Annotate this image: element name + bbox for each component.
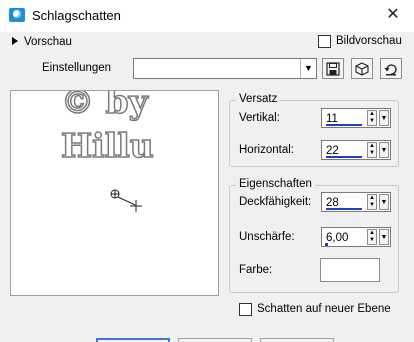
preview-canvas[interactable]: © by Hillu	[10, 90, 219, 296]
cube-button[interactable]	[351, 58, 373, 79]
svg-text:Hillu: Hillu	[61, 126, 154, 165]
expand-arrow-icon	[12, 36, 18, 45]
opacity-label: Deckfähigkeit:	[239, 196, 312, 208]
opacity-value[interactable]: 28	[326, 196, 362, 210]
image-preview-label: Bildvorschau	[336, 35, 402, 47]
preview-toggle[interactable]: Vorschau	[12, 36, 72, 50]
ok-button[interactable]	[96, 338, 170, 342]
reset-button[interactable]	[380, 58, 402, 79]
image-preview-checkbox[interactable]	[318, 35, 331, 48]
spin-up-icon[interactable]: ▲ ▼	[367, 229, 377, 245]
spin-up-icon[interactable]: ▲ ▼	[367, 194, 377, 210]
blur-level-indicator	[325, 243, 328, 246]
dropdown-arrow-icon[interactable]: ▼	[379, 194, 389, 210]
new-layer-label: Schatten auf neuer Ebene	[257, 303, 391, 315]
blur-value[interactable]: 6,00	[325, 231, 362, 246]
save-preset-button[interactable]	[322, 58, 344, 79]
cube-icon	[355, 62, 369, 76]
spin-up-icon[interactable]: ▲ ▼	[367, 142, 377, 158]
title-bar: Schlagschatten ✕	[0, 0, 414, 32]
close-icon[interactable]: ✕	[378, 2, 408, 28]
watermark-logo: © by Hillu	[60, 91, 155, 212]
preview-toggle-label: Vorschau	[24, 36, 72, 48]
save-preset-icon	[326, 62, 340, 76]
dropdown-arrow-icon[interactable]: ▼	[379, 110, 389, 126]
blur-value-text: 6,00	[326, 232, 349, 244]
reset-icon	[384, 64, 397, 76]
crosshair-icon	[110, 189, 142, 212]
new-layer-checkbox[interactable]	[239, 303, 252, 316]
offset-group-title: Versatz	[236, 93, 281, 105]
color-label: Farbe:	[239, 264, 273, 276]
app-icon	[9, 8, 25, 22]
properties-group-title: Eigenschaften	[236, 178, 315, 190]
vertical-spinbox[interactable]: 11 ▲ ▼ ▼	[321, 108, 391, 128]
blur-label: Unschärfe:	[239, 231, 295, 243]
horizontal-spinbox[interactable]: 22 ▲ ▼ ▼	[321, 140, 391, 160]
horizontal-label: Horizontal:	[239, 144, 294, 156]
cancel-button[interactable]	[178, 338, 252, 342]
dropdown-arrow-icon[interactable]: ▼	[379, 229, 389, 245]
color-swatch[interactable]	[320, 258, 380, 282]
vertical-value[interactable]: 11	[326, 112, 362, 126]
horizontal-value[interactable]: 22	[326, 144, 362, 158]
vertical-label: Vertikal:	[239, 112, 280, 124]
svg-text:© by: © by	[61, 91, 149, 121]
help-button[interactable]	[260, 338, 334, 342]
settings-label: Einstellungen	[42, 62, 112, 74]
dropdown-arrow-icon[interactable]: ▼	[379, 142, 389, 158]
spin-up-icon[interactable]: ▲ ▼	[367, 110, 377, 126]
blur-spinbox[interactable]: 6,00 ▲ ▼ ▼	[321, 227, 391, 247]
opacity-spinbox[interactable]: 28 ▲ ▼ ▼	[321, 192, 391, 212]
dropdown-arrow-icon[interactable]: ▼	[300, 59, 316, 78]
settings-dropdown[interactable]: ▼	[133, 58, 317, 79]
window-title: Schlagschatten	[32, 8, 121, 23]
